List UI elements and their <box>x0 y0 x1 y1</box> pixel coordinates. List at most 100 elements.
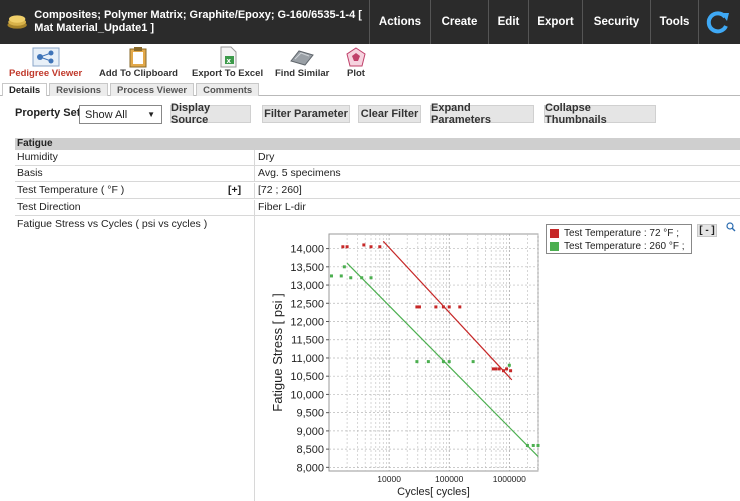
legend-item[interactable]: Test Temperature : 72 °F ; <box>550 227 679 240</box>
legend-label: Test Temperature : 260 °F ; <box>564 241 685 252</box>
y-tick-label: 11,500 <box>291 335 324 347</box>
fatigue-chart: 8,000 8,500 9,000 9,500 10,000 10,500 11,000 11… <box>270 233 540 498</box>
y-axis-label: Fatigue Stress [ psi ] <box>270 293 285 412</box>
property-set-select[interactable]: Show All ▼ <box>79 105 162 124</box>
column-divider <box>254 150 255 166</box>
add-to-clipboard-label: Add To Clipboard <box>99 68 178 79</box>
clear-filter-button[interactable]: Clear Filter <box>358 105 421 123</box>
property-value: Dry <box>258 151 275 163</box>
add-to-clipboard-button[interactable]: Add To Clipboard <box>99 46 178 79</box>
data-point <box>434 305 438 309</box>
collapse-legend-button[interactable]: [ - ] <box>697 224 717 237</box>
data-point <box>378 245 382 249</box>
refresh-icon <box>706 11 729 34</box>
expand-toggle[interactable]: [+] <box>228 183 241 198</box>
data-point <box>417 305 421 309</box>
x-tick-label: 10000 <box>377 474 401 484</box>
menu-export[interactable]: Export <box>529 0 583 44</box>
y-tick-label: 12,500 <box>290 298 324 310</box>
data-point <box>507 363 511 367</box>
data-point <box>501 369 505 373</box>
magnifier-icon[interactable] <box>726 222 736 232</box>
plot-button[interactable]: Plot <box>346 46 366 79</box>
data-point <box>349 276 353 280</box>
window-title: Composites; Polymer Matrix; Graphite/Epo… <box>0 0 370 44</box>
data-point <box>362 243 366 247</box>
section-header-fatigue: Fatigue <box>15 138 740 150</box>
display-source-button[interactable]: Display Source <box>170 102 251 126</box>
y-tick-label: 13,000 <box>290 280 324 292</box>
property-row: Basis Avg. 5 specimens <box>15 166 740 182</box>
data-point <box>441 360 445 364</box>
x-tick-label: 1000000 <box>493 474 526 484</box>
y-tick-label: 14,000 <box>290 244 324 256</box>
data-point <box>345 245 349 249</box>
page-title: Composites; Polymer Matrix; Graphite/Epo… <box>34 9 362 34</box>
data-point <box>505 367 509 371</box>
data-point <box>497 367 501 371</box>
data-point <box>329 274 333 278</box>
data-point <box>415 360 419 364</box>
find-similar-button[interactable]: Find Similar <box>275 46 329 79</box>
toolbar: Pedigree Viewer Add To Clipboard x Expor… <box>0 44 740 82</box>
data-point <box>525 443 529 447</box>
filter-parameter-button[interactable]: Filter Parameter <box>262 105 350 123</box>
menu-actions[interactable]: Actions <box>370 0 431 44</box>
legend-swatch-green <box>550 242 559 251</box>
refresh-button[interactable] <box>699 0 737 44</box>
data-point <box>494 367 498 371</box>
chevron-down-icon: ▼ <box>147 110 155 119</box>
tab-details[interactable]: Details <box>2 83 48 96</box>
menu-create[interactable]: Create <box>431 0 489 44</box>
top-bar: Composites; Polymer Matrix; Graphite/Epo… <box>0 0 740 44</box>
property-key: Test Direction <box>17 201 81 213</box>
property-value: Avg. 5 specimens <box>258 167 341 179</box>
y-tick-label: 11,000 <box>291 353 324 365</box>
menu-edit[interactable]: Edit <box>489 0 529 44</box>
data-point <box>509 369 513 373</box>
data-point <box>415 305 419 309</box>
plot-label: Plot <box>347 68 365 79</box>
export-to-excel-button[interactable]: x Export To Excel <box>192 46 263 79</box>
expand-parameters-button[interactable]: Expand Parameters <box>430 102 534 126</box>
property-value: [72 ; 260] <box>258 184 302 196</box>
data-point <box>458 305 462 309</box>
export-to-excel-label: Export To Excel <box>192 68 264 79</box>
y-tick-label: 9,500 <box>296 408 324 420</box>
data-point <box>341 245 345 249</box>
svg-text:x: x <box>226 57 231 65</box>
chart-legend: Test Temperature : 72 °F ; Test Temperat… <box>546 224 692 254</box>
data-point <box>447 305 451 309</box>
tab-bar: Details Revisions Process Viewer Comment… <box>0 83 740 96</box>
data-point <box>471 360 475 364</box>
legend-item[interactable]: Test Temperature : 260 °F ; <box>550 240 685 253</box>
tab-process-viewer[interactable]: Process Viewer <box>110 83 195 96</box>
tab-revisions[interactable]: Revisions <box>49 83 109 96</box>
property-key: Humidity <box>17 151 58 163</box>
tab-comments[interactable]: Comments <box>196 83 260 96</box>
stacked-layers-icon <box>7 15 27 29</box>
property-value: Fiber L-dir <box>258 201 306 213</box>
collapse-thumbnails-button[interactable]: Collapse Thumbnails <box>544 102 656 126</box>
property-key: Basis <box>17 167 43 179</box>
menu-security[interactable]: Security <box>583 0 651 44</box>
data-point <box>339 274 343 278</box>
find-similar-label: Find Similar <box>275 68 330 79</box>
x-tick-label: 100000 <box>435 474 464 484</box>
y-tick-label: 9,000 <box>296 426 324 438</box>
data-point <box>342 265 346 269</box>
clipboard-icon <box>129 47 147 68</box>
property-set-label: Property Set <box>15 107 81 119</box>
property-row: Test Temperature ( °F ) [+] [72 ; 260] <box>15 183 740 199</box>
column-divider <box>254 200 255 216</box>
pedigree-icon <box>32 47 60 67</box>
property-key: Fatigue Stress vs Cycles ( psi vs cycles… <box>17 218 208 230</box>
data-point <box>536 443 540 447</box>
data-point <box>447 360 451 364</box>
property-row: Humidity Dry <box>15 150 740 166</box>
data-point <box>531 443 535 447</box>
menu-tools[interactable]: Tools <box>651 0 699 44</box>
pedigree-viewer-button[interactable]: Pedigree Viewer <box>9 46 82 79</box>
property-set-value: Show All <box>85 108 128 121</box>
y-tick-label: 12,000 <box>290 317 324 329</box>
